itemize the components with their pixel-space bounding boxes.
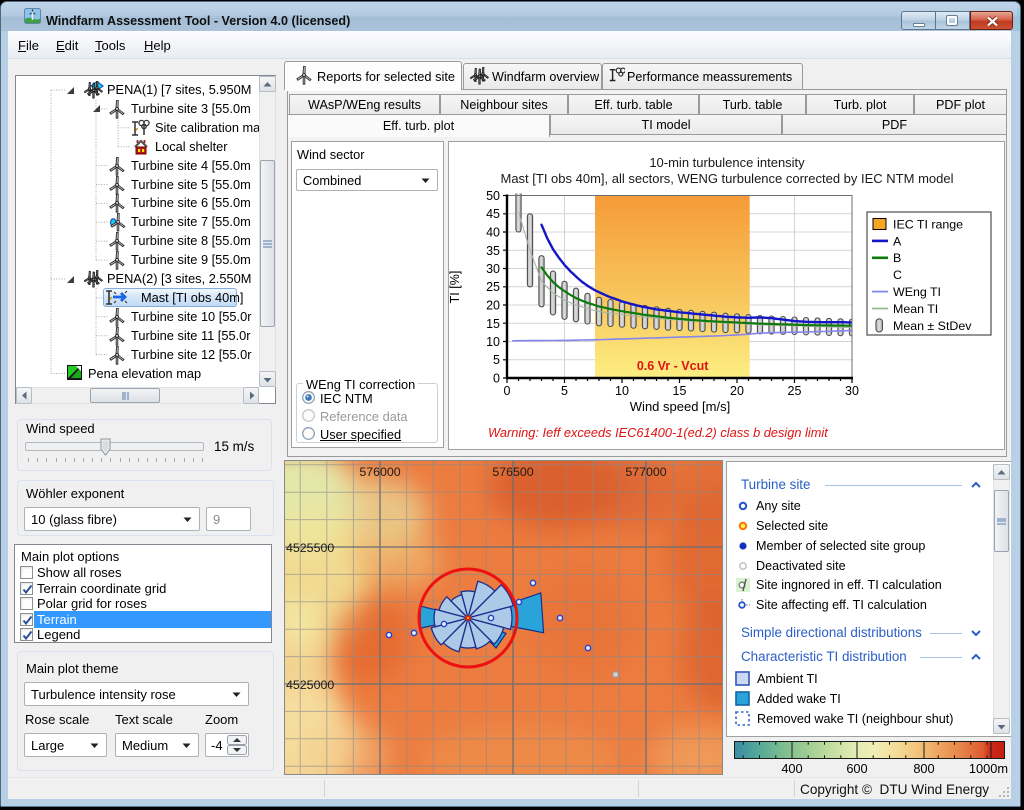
svg-text:4525000: 4525000 bbox=[286, 678, 334, 692]
svg-text:10: 10 bbox=[486, 335, 500, 349]
svg-text:WEng TI: WEng TI bbox=[893, 285, 941, 299]
svg-text:5: 5 bbox=[561, 384, 568, 398]
svg-text:C: C bbox=[893, 268, 902, 282]
svg-text:45: 45 bbox=[486, 207, 500, 221]
svg-text:30: 30 bbox=[486, 262, 500, 276]
svg-text:577000: 577000 bbox=[625, 465, 666, 479]
svg-text:Mast [TI obs 40m], all sectors: Mast [TI obs 40m], all sectors, WENG tur… bbox=[501, 171, 954, 186]
svg-text:A: A bbox=[893, 234, 902, 248]
svg-text:40: 40 bbox=[486, 226, 500, 240]
svg-text:0: 0 bbox=[493, 372, 500, 386]
svg-text:B: B bbox=[893, 251, 901, 265]
svg-text:4525500: 4525500 bbox=[286, 541, 334, 555]
svg-text:25: 25 bbox=[486, 280, 500, 294]
svg-text:Mean ± StDev: Mean ± StDev bbox=[893, 319, 972, 333]
svg-text:5: 5 bbox=[493, 353, 500, 367]
svg-text:Wind speed [m/s]: Wind speed [m/s] bbox=[630, 399, 730, 414]
svg-text:10-min turbulence intensity: 10-min turbulence intensity bbox=[649, 155, 805, 170]
svg-text:30: 30 bbox=[845, 384, 859, 398]
svg-text:Mean TI: Mean TI bbox=[893, 302, 938, 316]
svg-text:TI [%]: TI [%] bbox=[448, 271, 462, 304]
svg-text:20: 20 bbox=[486, 299, 500, 313]
svg-text:15: 15 bbox=[673, 384, 687, 398]
svg-text:0.6 Vr - Vcut: 0.6 Vr - Vcut bbox=[637, 359, 709, 373]
svg-text:10: 10 bbox=[615, 384, 629, 398]
svg-text:15: 15 bbox=[486, 317, 500, 331]
svg-text:0: 0 bbox=[504, 384, 511, 398]
svg-text:Warning: Ieff exceeds IEC61400: Warning: Ieff exceeds IEC61400-1(ed.2) c… bbox=[488, 425, 828, 440]
svg-text:IEC TI range: IEC TI range bbox=[893, 217, 963, 231]
svg-text:50: 50 bbox=[486, 189, 500, 203]
svg-text:25: 25 bbox=[788, 384, 802, 398]
svg-text:576500: 576500 bbox=[492, 465, 533, 479]
svg-text:576000: 576000 bbox=[359, 465, 400, 479]
svg-text:35: 35 bbox=[486, 244, 500, 258]
svg-text:20: 20 bbox=[730, 384, 744, 398]
